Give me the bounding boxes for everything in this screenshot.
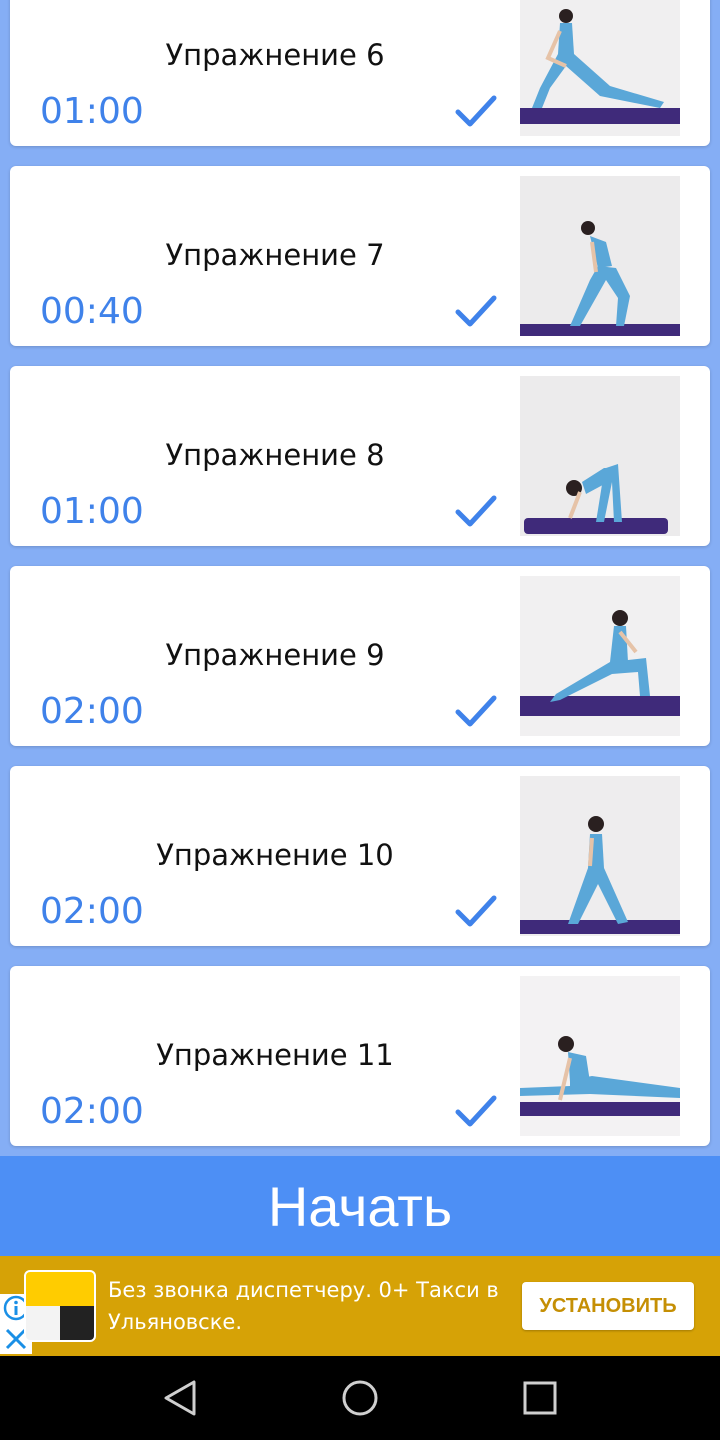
exercise-thumbnail	[520, 176, 680, 336]
home-circle-icon[interactable]	[340, 1378, 380, 1418]
exercise-thumbnail	[520, 376, 680, 536]
exercise-title: Упражнение 9	[165, 638, 385, 672]
close-icon	[5, 1328, 27, 1350]
start-button[interactable]: Начать	[0, 1156, 720, 1256]
ad-banner[interactable]: Без звонка диспетчеру. 0+ Такси в Ульяно…	[0, 1256, 720, 1356]
exercise-list[interactable]: Упражнение 6 01:00 Упражнение 7 00:40 Уп…	[0, 0, 720, 1156]
exercise-card[interactable]: Упражнение 6 01:00	[10, 0, 710, 146]
check-icon	[455, 495, 497, 527]
install-button[interactable]: УСТАНОВИТЬ	[522, 1282, 694, 1330]
check-icon	[455, 295, 497, 327]
exercise-card[interactable]: Упражнение 7 00:40	[10, 166, 710, 346]
back-triangle-icon[interactable]	[160, 1378, 200, 1418]
recents-square-icon[interactable]	[520, 1378, 560, 1418]
exercise-title: Упражнение 6	[165, 38, 385, 72]
check-icon	[455, 895, 497, 927]
ad-app-logo[interactable]	[24, 1270, 96, 1342]
exercise-duration: 02:00	[40, 691, 144, 732]
exercise-card[interactable]: Упражнение 8 01:00	[10, 366, 710, 546]
exercise-duration: 01:00	[40, 491, 144, 532]
navigation-bar	[0, 1356, 720, 1440]
exercise-title: Упражнение 7	[165, 238, 385, 272]
exercise-thumbnail	[520, 976, 680, 1136]
exercise-thumbnail	[520, 776, 680, 936]
exercise-thumbnail	[520, 576, 680, 736]
exercise-title: Упражнение 10	[156, 838, 394, 872]
ad-text[interactable]: Без звонка диспетчеру. 0+ Такси в Ульяно…	[108, 1274, 508, 1338]
exercise-card[interactable]: Упражнение 10 02:00	[10, 766, 710, 946]
check-icon	[455, 695, 497, 727]
check-icon	[455, 1095, 497, 1127]
exercise-title: Упражнение 8	[165, 438, 385, 472]
check-icon	[455, 95, 497, 127]
exercise-duration: 02:00	[40, 891, 144, 932]
exercise-card[interactable]: Упражнение 9 02:00	[10, 566, 710, 746]
exercise-duration: 01:00	[40, 91, 144, 132]
exercise-thumbnail	[520, 0, 680, 136]
exercise-card[interactable]: Упражнение 11 02:00	[10, 966, 710, 1146]
exercise-title: Упражнение 11	[156, 1038, 394, 1072]
exercise-duration: 00:40	[40, 291, 144, 332]
exercise-duration: 02:00	[40, 1091, 144, 1132]
